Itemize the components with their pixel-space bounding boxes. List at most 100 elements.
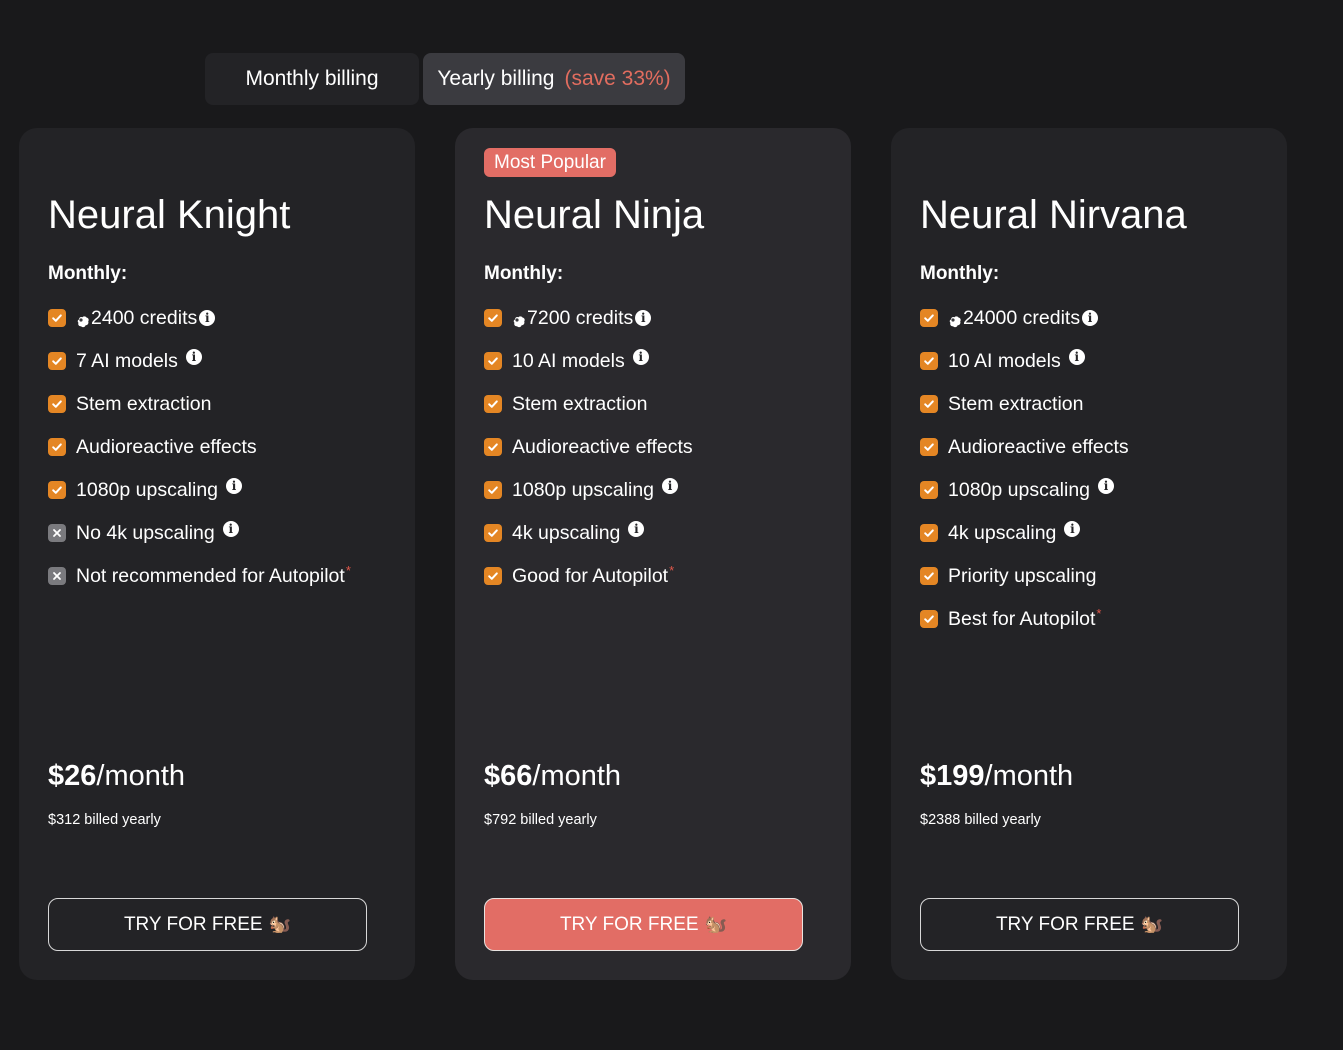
plan-card-neural-nirvana: Neural Nirvana Monthly: 24000 credits i 10… [891, 128, 1287, 980]
checkbox-checked-icon [484, 524, 502, 542]
monthly-billing-label: Monthly billing [245, 67, 379, 90]
plan-name: Neural Nirvana [920, 193, 1187, 237]
billing-toggle: Monthly billing Yearly billing (save 33%… [205, 53, 685, 105]
feature-label: Not recommended for Autopilot [76, 564, 345, 587]
info-icon[interactable]: i [1098, 478, 1115, 494]
price: $26/month [48, 758, 185, 794]
price: $66/month [484, 758, 621, 794]
feature-item: 2400 credits i [48, 303, 216, 333]
info-icon[interactable]: i [185, 349, 202, 365]
feature-item: Stem extraction [48, 389, 211, 419]
feature-item: 1080p upscaling i [48, 475, 243, 505]
asterisk-mark: * [669, 562, 675, 578]
cta-label: TRY FOR FREE [995, 913, 1135, 935]
billed-yearly-note: $2388 billed yearly [920, 812, 1041, 828]
yearly-billing-button[interactable]: Yearly billing (save 33%) [423, 53, 685, 105]
billed-yearly-note: $792 billed yearly [484, 812, 597, 828]
feature-label: Stem extraction [512, 392, 648, 415]
period-label: Monthly: [484, 263, 564, 284]
feature-item: Priority upscaling [920, 561, 1096, 591]
checkbox-checked-icon [920, 352, 938, 370]
price-unit: /month [984, 760, 1074, 792]
checkbox-checked-icon [484, 395, 502, 413]
feature-item: Not recommended for Autopilot * [48, 561, 351, 591]
plan-card-neural-ninja: Most Popular Neural Ninja Monthly: 7200 … [455, 128, 851, 980]
feature-label: 4k upscaling [948, 521, 1057, 544]
price-unit: /month [96, 760, 186, 792]
feature-label: 1080p upscaling [76, 478, 219, 501]
checkbox-checked-icon [484, 352, 502, 370]
checkbox-crossed-icon [48, 524, 66, 542]
yearly-save-badge: (save 33%) [564, 67, 671, 90]
feature-label: Priority upscaling [948, 564, 1097, 587]
info-icon[interactable]: i [632, 349, 649, 365]
feature-label: Stem extraction [948, 392, 1084, 415]
feature-label: Audioreactive effects [76, 435, 257, 458]
yearly-billing-label: Yearly billing [437, 67, 555, 90]
checkbox-checked-icon [48, 438, 66, 456]
feature-item: 4k upscaling i [484, 518, 645, 548]
checkbox-checked-icon [48, 481, 66, 499]
monthly-billing-button[interactable]: Monthly billing [205, 53, 419, 105]
feature-label: 2400 credits [91, 306, 198, 329]
info-icon[interactable]: i [1068, 349, 1085, 365]
feature-item: Audioreactive effects [484, 432, 693, 462]
feature-item: No 4k upscaling i [48, 518, 239, 548]
checkbox-crossed-icon [48, 567, 66, 585]
feature-label: 7 AI models [76, 349, 178, 372]
info-icon[interactable]: i [226, 478, 243, 494]
price-amount: $199 [920, 760, 985, 792]
period-label: Monthly: [920, 263, 1000, 284]
feature-label: 1080p upscaling [948, 478, 1091, 501]
feature-item: Stem extraction [484, 389, 647, 419]
info-icon[interactable]: i [635, 310, 652, 326]
checkbox-checked-icon [920, 481, 938, 499]
feature-label: 10 AI models [948, 349, 1061, 372]
feature-item: 10 AI models i [920, 346, 1085, 376]
plan-card-neural-knight: Neural Knight Monthly: 2400 credits i 7 AI… [19, 128, 415, 980]
price-amount: $66 [484, 760, 533, 792]
checkbox-checked-icon [920, 610, 938, 628]
try-for-free-button[interactable]: TRY FOR FREE 🐿️ [48, 898, 367, 951]
feature-label: 4k upscaling [512, 521, 621, 544]
info-icon[interactable]: i [662, 478, 679, 494]
feature-label: Audioreactive effects [512, 435, 693, 458]
feature-item: Audioreactive effects [48, 432, 257, 462]
feature-label: 7200 credits [527, 306, 634, 329]
info-icon[interactable]: i [1082, 310, 1099, 326]
period-label: Monthly: [48, 263, 128, 284]
feature-item: 1080p upscaling i [920, 475, 1115, 505]
price-amount: $26 [48, 760, 97, 792]
checkbox-checked-icon [484, 567, 502, 585]
checkbox-checked-icon [484, 309, 502, 327]
asterisk-mark: * [345, 562, 351, 578]
checkbox-checked-icon [920, 395, 938, 413]
feature-label: Audioreactive effects [948, 435, 1129, 458]
checkbox-checked-icon [48, 309, 66, 327]
plan-name: Neural Knight [48, 193, 291, 237]
try-for-free-button[interactable]: TRY FOR FREE 🐿️ [920, 898, 1239, 951]
cta-label: TRY FOR FREE [559, 913, 699, 935]
try-for-free-button[interactable]: TRY FOR FREE 🐿️ [484, 898, 803, 951]
info-icon[interactable]: i [1064, 521, 1081, 537]
credit-icon [948, 312, 962, 328]
feature-item: 10 AI models i [484, 346, 649, 376]
squirrel-icon: 🐿️ [268, 914, 292, 934]
checkbox-checked-icon [48, 395, 66, 413]
checkbox-checked-icon [920, 309, 938, 327]
billed-yearly-note: $312 billed yearly [48, 812, 161, 828]
checkbox-checked-icon [48, 352, 66, 370]
info-icon[interactable]: i [199, 310, 216, 326]
cta-label: TRY FOR FREE [123, 913, 263, 935]
info-icon[interactable]: i [222, 521, 239, 537]
checkbox-checked-icon [920, 524, 938, 542]
credit-icon [512, 312, 526, 328]
checkbox-checked-icon [920, 567, 938, 585]
price-unit: /month [532, 760, 622, 792]
info-icon[interactable]: i [628, 521, 645, 537]
feature-label: 24000 credits [963, 306, 1081, 329]
feature-label: 10 AI models [512, 349, 625, 372]
credit-icon [76, 312, 90, 328]
asterisk-mark: * [1096, 605, 1102, 621]
feature-label: No 4k upscaling [76, 521, 215, 544]
